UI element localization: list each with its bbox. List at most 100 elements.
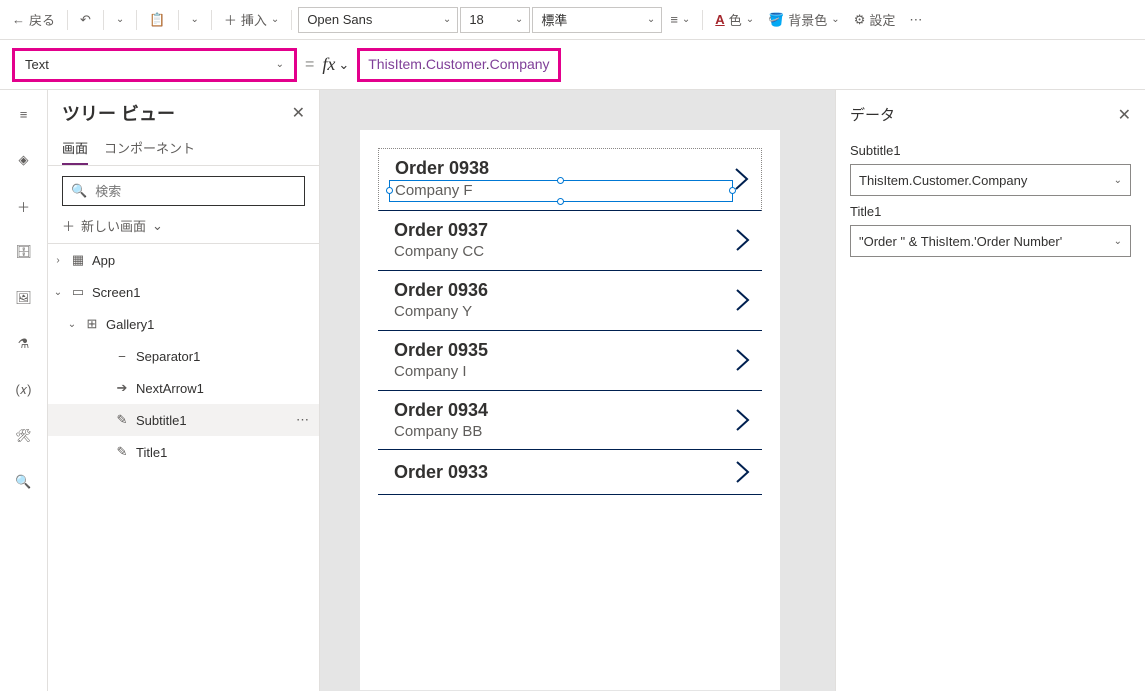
settings-button[interactable]: ⚙ 設定 bbox=[848, 6, 902, 34]
tree-header: ツリー ビュー ✕ bbox=[48, 90, 319, 132]
chevron-right-icon[interactable] bbox=[734, 226, 758, 254]
chevron-down-icon: ⌄ bbox=[271, 14, 279, 25]
gallery-item-subtitle[interactable]: Company Y bbox=[394, 302, 734, 322]
tree-search[interactable]: 🔍 bbox=[62, 176, 305, 206]
gallery-item-title[interactable]: Order 0933 bbox=[394, 461, 734, 484]
gallery[interactable]: Order 0938Company FOrder 0937Company CCO… bbox=[378, 148, 762, 495]
chevron-down-icon: ⌄ bbox=[831, 14, 839, 25]
tab-components[interactable]: コンポーネント bbox=[104, 132, 195, 165]
rail-layers-button[interactable]: ◈ bbox=[8, 144, 40, 176]
data-field-label: Title1 bbox=[850, 204, 1131, 219]
chevron-down-icon: ⌄ bbox=[1114, 236, 1122, 247]
font-weight-value: 標準 bbox=[541, 10, 567, 29]
tree-node-separator1[interactable]: ⎯ Separator1 bbox=[48, 340, 319, 372]
rail-tools-button[interactable]: 🛠 bbox=[8, 420, 40, 452]
formula-bar: Text ⌄ = fx ⌄ ThisItem.Customer.Company bbox=[0, 40, 1145, 90]
chevron-down-icon: ⌄ bbox=[746, 14, 754, 25]
gallery-item-subtitle[interactable]: Company BB bbox=[394, 422, 734, 442]
tree-node-app[interactable]: › ▦ App bbox=[48, 244, 319, 276]
gallery-item-text: Order 0935Company I bbox=[394, 339, 734, 382]
arrow-icon: ➔ bbox=[114, 380, 130, 396]
tab-screens[interactable]: 画面 bbox=[62, 132, 88, 165]
font-family-select[interactable]: Open Sans ⌄ bbox=[298, 7, 458, 33]
canvas[interactable]: Order 0938Company FOrder 0937Company CCO… bbox=[320, 90, 835, 691]
close-icon[interactable]: ✕ bbox=[292, 103, 305, 123]
undo-button[interactable]: ↶ bbox=[74, 6, 97, 34]
new-screen-button[interactable]: ＋ 新しい画面 ⌄ bbox=[62, 216, 305, 235]
tree-panel: ツリー ビュー ✕ 画面 コンポーネント 🔍 ＋ 新しい画面 ⌄ › ▦ App… bbox=[48, 90, 320, 691]
gallery-item-title[interactable]: Order 0935 bbox=[394, 339, 734, 362]
node-label: Gallery1 bbox=[106, 317, 154, 332]
bg-color-button[interactable]: 🪣 背景色 ⌄ bbox=[762, 6, 846, 34]
node-label: Subtitle1 bbox=[136, 413, 187, 428]
tree-node-screen1[interactable]: ⌄ ▭ Screen1 bbox=[48, 276, 319, 308]
chevron-down-icon: ⌄ bbox=[52, 287, 64, 298]
chevron-right-icon[interactable] bbox=[734, 286, 758, 314]
chevron-down-icon: ⌄ bbox=[116, 14, 124, 25]
chevron-right-icon[interactable] bbox=[733, 165, 757, 193]
selection-handle[interactable] bbox=[386, 187, 393, 194]
overflow-button[interactable]: ⋯ bbox=[903, 6, 928, 34]
rail-flows-button[interactable]: ⚗ bbox=[8, 328, 40, 360]
gallery-item-title[interactable]: Order 0934 bbox=[394, 399, 734, 422]
tree-node-nextarrow1[interactable]: ➔ NextArrow1 bbox=[48, 372, 319, 404]
formula-input[interactable]: ThisItem.Customer.Company bbox=[357, 48, 560, 82]
rail-search-button[interactable]: 🔍 bbox=[8, 466, 40, 498]
insert-button[interactable]: ＋ 挿入 ⌄ bbox=[218, 6, 285, 34]
align-button[interactable]: ≡⌄ bbox=[664, 6, 696, 34]
tree-node-title1[interactable]: ✎ Title1 bbox=[48, 436, 319, 468]
property-value: Text bbox=[25, 57, 49, 72]
gallery-item-subtitle[interactable]: Company I bbox=[394, 362, 734, 382]
paste-chevron[interactable]: ⌄ bbox=[185, 6, 205, 34]
rail-insert-button[interactable]: ＋ bbox=[8, 190, 40, 222]
font-size-select[interactable]: 18 ⌄ bbox=[460, 7, 530, 33]
chevron-right-icon[interactable] bbox=[734, 406, 758, 434]
gallery-item-title[interactable]: Order 0938 bbox=[395, 157, 733, 180]
bucket-icon: 🪣 bbox=[768, 12, 784, 28]
gallery-item-text: Order 0933 bbox=[394, 461, 734, 484]
more-icon[interactable]: ⋯ bbox=[296, 412, 311, 428]
data-field-select[interactable]: ThisItem.Customer.Company⌄ bbox=[850, 164, 1131, 196]
rail-variables-button[interactable]: (𝑥) bbox=[8, 374, 40, 406]
gallery-item[interactable]: Order 0936Company Y bbox=[378, 271, 762, 331]
gallery-item-subtitle[interactable]: Company CC bbox=[394, 242, 734, 262]
device-frame[interactable]: Order 0938Company FOrder 0937Company CCO… bbox=[360, 130, 780, 690]
separator bbox=[178, 10, 179, 30]
node-label: NextArrow1 bbox=[136, 381, 204, 396]
variable-icon: (𝑥) bbox=[16, 382, 32, 398]
data-panel-title: データ bbox=[850, 104, 895, 125]
search-input[interactable] bbox=[95, 184, 296, 199]
chevron-down-icon: ⌄ bbox=[276, 59, 284, 70]
gallery-item[interactable]: Order 0937Company CC bbox=[378, 211, 762, 271]
gallery-item[interactable]: Order 0933 bbox=[378, 450, 762, 495]
rail-tree-button[interactable]: ≡ bbox=[8, 98, 40, 130]
property-selector[interactable]: Text ⌄ bbox=[12, 48, 297, 82]
gallery-item-title[interactable]: Order 0936 bbox=[394, 279, 734, 302]
gallery-item[interactable]: Order 0935Company I bbox=[378, 331, 762, 391]
chevron-right-icon[interactable] bbox=[734, 346, 758, 374]
paste-button[interactable]: 📋 bbox=[143, 6, 171, 34]
selection-handle[interactable] bbox=[557, 198, 564, 205]
gallery-item[interactable]: Order 0934Company BB bbox=[378, 391, 762, 451]
rail-data-button[interactable]: 🗄 bbox=[8, 236, 40, 268]
selection-handle[interactable] bbox=[557, 177, 564, 184]
tree-node-gallery1[interactable]: ⌄ ⊞ Gallery1 bbox=[48, 308, 319, 340]
gallery-item-title[interactable]: Order 0937 bbox=[394, 219, 734, 242]
data-field-select[interactable]: "Order " & ThisItem.'Order Number'⌄ bbox=[850, 225, 1131, 257]
chevron-right-icon[interactable] bbox=[734, 458, 758, 486]
rail-media-button[interactable]: 🖼 bbox=[8, 282, 40, 314]
undo-chevron[interactable]: ⌄ bbox=[110, 6, 130, 34]
tree-node-subtitle1[interactable]: ✎ Subtitle1 ⋯ bbox=[48, 404, 319, 436]
formula-text: ThisItem.Customer.Company bbox=[368, 56, 549, 73]
chevron-down-icon: ⌄ bbox=[515, 14, 523, 25]
separator bbox=[136, 10, 137, 30]
fx-button[interactable]: fx ⌄ bbox=[322, 54, 349, 75]
font-color-button[interactable]: A 色 ⌄ bbox=[709, 6, 760, 34]
back-button[interactable]: ← 戻る bbox=[6, 6, 61, 34]
font-weight-select[interactable]: 標準 ⌄ bbox=[532, 7, 662, 33]
close-icon[interactable]: ✕ bbox=[1118, 105, 1131, 125]
font-family-value: Open Sans bbox=[307, 12, 372, 27]
gallery-item[interactable]: Order 0938Company F bbox=[378, 148, 762, 211]
align-icon: ≡ bbox=[670, 12, 678, 27]
gallery-item-subtitle[interactable]: Company F bbox=[389, 180, 733, 202]
